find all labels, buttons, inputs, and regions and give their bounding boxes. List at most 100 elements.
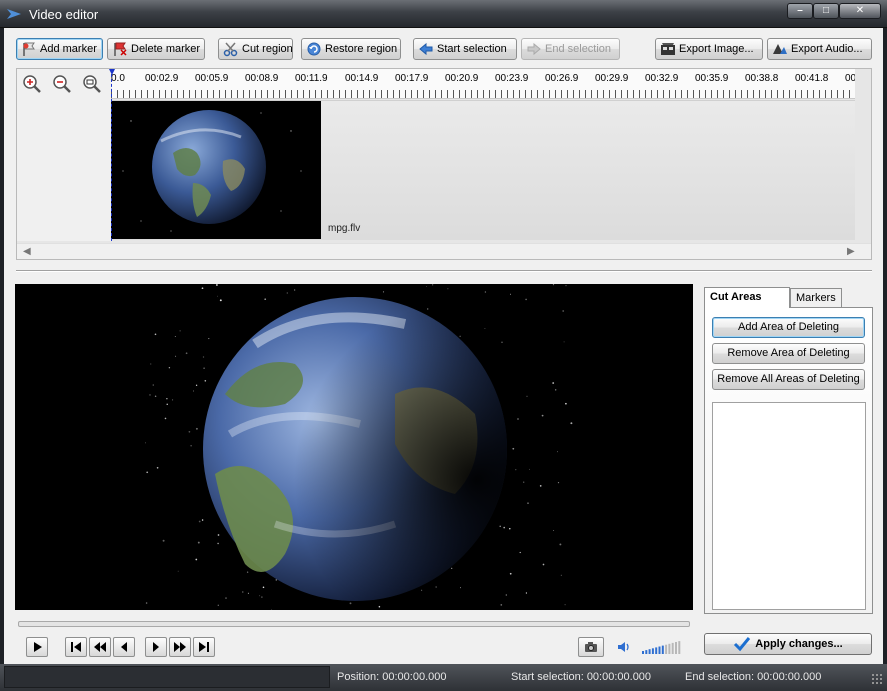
export-audio-label: Export Audio...: [791, 43, 863, 55]
delete-marker-label: Delete marker: [131, 43, 201, 55]
apply-changes-label: Apply changes...: [755, 638, 843, 650]
ruler-tick-label: 00:29.9: [595, 73, 629, 84]
step-back-icon: [121, 642, 127, 652]
panel-splitter[interactable]: [16, 270, 872, 272]
start-selection-icon: [419, 42, 433, 56]
fast-forward-button[interactable]: [169, 637, 191, 657]
zoom-in-icon[interactable]: [21, 73, 43, 95]
editor-client-area: Add marker Delete marker Cut region Rest…: [4, 28, 883, 664]
app-icon: [7, 9, 21, 19]
timeline-scrollbar[interactable]: ◀ ▶: [17, 243, 871, 259]
status-start-selection: Start selection: 00:00:00.000: [511, 671, 652, 683]
volume-slider[interactable]: [642, 640, 682, 654]
checkmark-icon: [734, 637, 751, 652]
scissors-icon: [223, 42, 238, 57]
volume-bar: [661, 645, 664, 654]
resize-grip[interactable]: [871, 673, 883, 685]
ruler-tick-label: 00:17.9: [395, 73, 429, 84]
play-icon: [34, 642, 42, 652]
fast-forward-icon: [174, 642, 186, 652]
film-icon: [661, 43, 675, 55]
tab-markers-label: Markers: [796, 292, 836, 304]
volume-bar: [655, 647, 658, 654]
status-bar: Position: 00:00:00.000 Start selection: …: [0, 664, 887, 691]
status-position: Position: 00:00:00.000: [337, 671, 447, 683]
volume-bar: [671, 642, 674, 654]
cut-region-button[interactable]: Cut region: [218, 38, 293, 60]
ruler-tick-label: 00:38.8: [745, 73, 779, 84]
remove-area-button[interactable]: Remove Area of Deleting: [712, 343, 865, 364]
skip-start-icon: [71, 642, 81, 652]
restore-icon: [307, 42, 321, 56]
volume-bar: [665, 644, 668, 654]
ruler-tick-label: 00:32.9: [645, 73, 679, 84]
rewind-button[interactable]: [89, 637, 111, 657]
go-end-button[interactable]: [193, 637, 215, 657]
zoom-out-icon[interactable]: [51, 73, 73, 95]
ruler-tick-label: 00:11.9: [295, 73, 328, 84]
remove-all-areas-button[interactable]: Remove All Areas of Deleting: [712, 369, 865, 390]
snapshot-button[interactable]: [578, 637, 604, 657]
tab-cut-areas[interactable]: Cut Areas: [704, 287, 790, 308]
go-start-button[interactable]: [65, 637, 87, 657]
ruler-tick-label: 00:23.9: [495, 73, 529, 84]
restore-region-button[interactable]: Restore region: [301, 38, 401, 60]
ruler-tick-label: 00:41.8: [795, 73, 829, 84]
ruler-tick-label: 00:20.9: [445, 73, 479, 84]
ruler-tick-label: 00:14.9: [345, 73, 379, 84]
tab-markers[interactable]: Markers: [790, 288, 842, 308]
delete-marker-button[interactable]: Delete marker: [107, 38, 205, 60]
scroll-left-arrow-icon[interactable]: ◀: [23, 246, 31, 257]
end-selection-button[interactable]: End selection: [521, 38, 620, 60]
window-title: Video editor: [29, 7, 99, 22]
export-image-label: Export Image...: [679, 43, 754, 55]
timeline-panel: 0.0 00:02.9 00:05.9 00:08.9 00:11.9 00:14.9 00…: [16, 68, 872, 260]
status-end-selection: End selection: 00:00:00.000: [685, 671, 822, 683]
add-marker-button[interactable]: Add marker: [16, 38, 103, 60]
skip-end-icon: [199, 642, 209, 652]
step-back-button[interactable]: [113, 637, 135, 657]
step-forward-button[interactable]: [145, 637, 167, 657]
cut-areas-panel: Add Area of Deleting Remove Area of Dele…: [704, 307, 873, 614]
export-image-button[interactable]: Export Image...: [655, 38, 763, 60]
clip-thumbnail[interactable]: [111, 101, 321, 239]
tab-cut-areas-label: Cut Areas: [710, 291, 762, 303]
cut-areas-list[interactable]: [712, 402, 866, 610]
add-marker-label: Add marker: [40, 43, 97, 55]
ruler-tick-label: 00:35.9: [695, 73, 729, 84]
apply-changes-button[interactable]: Apply changes...: [704, 633, 872, 655]
earth-preview-image: [15, 284, 693, 610]
volume-bar: [658, 646, 661, 654]
zoom-controls: [17, 69, 111, 241]
ruler-tick-label: 00:26.9: [545, 73, 579, 84]
ruler-tick-label: 00:4: [845, 73, 855, 84]
start-selection-label: Start selection: [437, 43, 507, 55]
export-audio-button[interactable]: Export Audio...: [767, 38, 872, 60]
title-bar: Video editor – □ ✕: [0, 0, 887, 28]
minimize-button[interactable]: –: [787, 3, 813, 19]
volume-bar: [648, 649, 651, 654]
flag-add-icon: [23, 42, 35, 56]
restore-region-label: Restore region: [325, 43, 398, 55]
scroll-right-arrow-icon[interactable]: ▶: [847, 246, 855, 257]
playhead-marker[interactable]: [109, 69, 115, 75]
volume-bar: [651, 648, 654, 654]
video-preview[interactable]: [15, 284, 693, 610]
toolbar: Add marker Delete marker Cut region Rest…: [16, 38, 876, 60]
playhead-line[interactable]: [111, 69, 112, 241]
start-selection-button[interactable]: Start selection: [413, 38, 517, 60]
camera-icon: [585, 642, 597, 652]
volume-bar: [642, 651, 644, 654]
add-area-button[interactable]: Add Area of Deleting: [712, 317, 865, 338]
ruler-ticks: [111, 90, 855, 98]
ruler-tick-label: 00:02.9: [145, 73, 179, 84]
status-left-pane: [4, 666, 330, 688]
seek-bar[interactable]: [18, 621, 690, 627]
maximize-button[interactable]: □: [813, 3, 839, 19]
speaker-icon[interactable]: [616, 639, 632, 655]
play-button[interactable]: [26, 637, 48, 657]
close-button[interactable]: ✕: [839, 3, 881, 19]
zoom-fit-icon[interactable]: [81, 73, 103, 95]
time-ruler[interactable]: 0.0 00:02.9 00:05.9 00:08.9 00:11.9 00:14.9 00…: [111, 69, 855, 99]
ruler-tick-label: 00:05.9: [195, 73, 229, 84]
